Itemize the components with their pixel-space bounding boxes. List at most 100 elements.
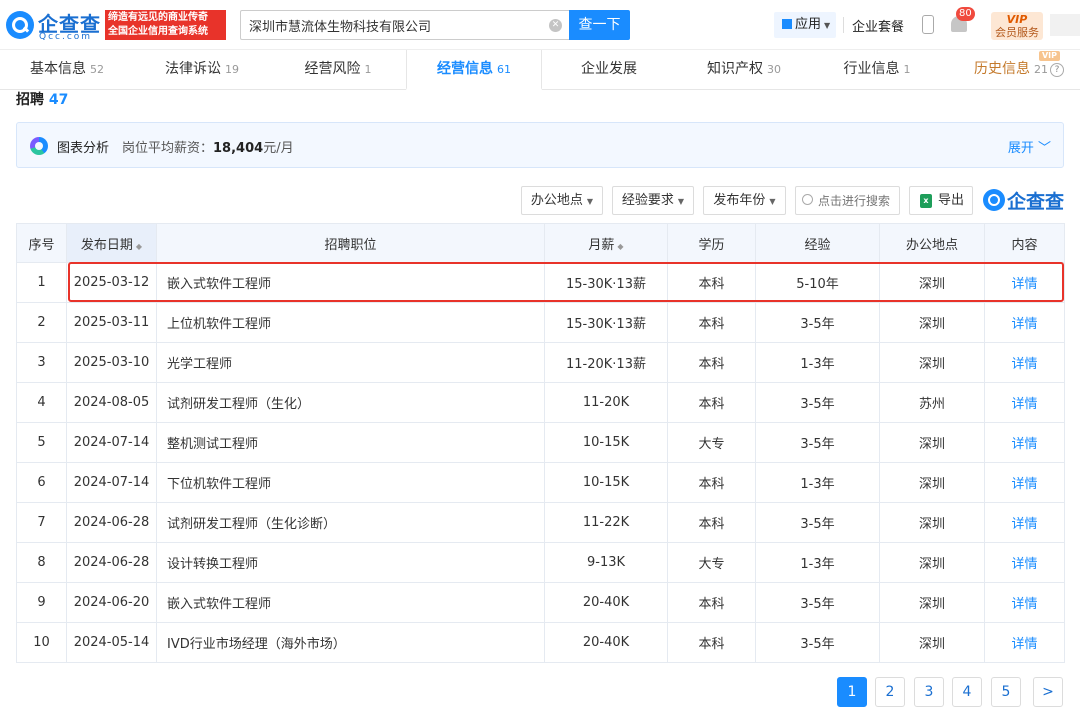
tab-label: 经营风险 [304, 61, 361, 77]
publish-date: 2024-06-20 [66, 582, 157, 623]
table-row[interactable]: 10 2024-05-14 IVD行业市场经理（海外市场） 20-40K 本科 3-5年深… [16, 622, 1065, 663]
section-count: 47 [48, 92, 69, 108]
row-index: 10 [16, 622, 67, 663]
page-1-button[interactable]: 1 [837, 677, 867, 707]
row-index: 9 [16, 582, 67, 623]
table-row[interactable]: 9 2024-06-20 嵌入式软件工程师 20-40K 本科 3-5年 深圳 详情 [16, 582, 1065, 623]
monthly-salary: 10-15K [544, 422, 668, 463]
office-location: 深圳 [879, 502, 985, 543]
col-header-salary[interactable]: 月薪 ◆ [544, 223, 668, 263]
chart-analysis-label[interactable]: 图表分析 [57, 137, 109, 156]
mobile-phone-icon[interactable] [922, 15, 934, 34]
table-row[interactable]: 2 2025-03-11 上位机软件工程师 15-30K·13薪 本科 3-5年 深圳 详情 [16, 302, 1065, 343]
publish-date: 2024-07-14 [66, 462, 157, 503]
chevron-down-icon: ▼ [824, 21, 831, 30]
tab-industry-info[interactable]: 行业信息 1 [812, 50, 942, 90]
table-row[interactable]: 6 2024-07-14 下位机软件工程师 10-15K 本科 1-3年 深圳 详情 [16, 462, 1065, 503]
vip-member-button[interactable]: VIP 会员服务 [991, 12, 1043, 40]
table-row[interactable]: 4 2024-08-05 试剂研发工程师（生化） 11-20K 本科 3-5年 苏州 详情 [16, 382, 1065, 423]
office-location: 深圳 [879, 262, 985, 303]
tab-history-info[interactable]: 历史信息 21 VIP ? [942, 50, 1080, 90]
export-label: 导出 [938, 193, 965, 208]
job-position: 光学工程师 [156, 342, 545, 383]
page-5-button[interactable]: 5 [991, 677, 1021, 707]
filter-experience[interactable]: 经验要求 ▼ [612, 186, 694, 215]
recruitment-table: 序号 发布日期 ◆ 招聘职位 月薪 ◆ 学历 经验 办公地点 内容 1 2025-03… [16, 223, 1065, 663]
row-index: 8 [16, 542, 67, 583]
tab-label: 企业发展 [581, 61, 637, 77]
monthly-salary: 10-15K [544, 462, 668, 503]
tab-basic-info[interactable]: 基本信息 52 [0, 50, 134, 90]
enterprise-suite-link[interactable]: 企业套餐 [852, 16, 904, 35]
page-4-button[interactable]: 4 [952, 677, 982, 707]
experience: 3-5年 [755, 422, 880, 463]
tab-litigation[interactable]: 法律诉讼 19 [134, 50, 270, 90]
publish-date: 2024-08-05 [66, 382, 157, 423]
table-row[interactable]: 1 2025-03-12 嵌入式软件工程师 15-30K·13薪 本科 5-10年 深圳 详情 [16, 262, 1065, 303]
publish-date: 2025-03-12 [66, 262, 157, 303]
header-more-area [1050, 14, 1080, 36]
monthly-salary: 11-22K [544, 502, 668, 543]
tab-label: 基本信息 [30, 61, 86, 77]
qcc-logo[interactable]: 企查查 Qcc.com [6, 8, 102, 42]
detail-link[interactable]: 详情 [984, 422, 1065, 463]
clear-icon[interactable]: ✕ [549, 19, 562, 32]
tab-count: 19 [225, 63, 239, 76]
experience: 3-5年 [755, 582, 880, 623]
expand-button[interactable]: 展开 ﹀ [1008, 137, 1051, 156]
table-row[interactable]: 8 2024-06-28 设计转换工程师 9-13K 大专 1-3年 深圳 详情 [16, 542, 1065, 583]
header-divider [843, 17, 844, 33]
education: 本科 [667, 342, 756, 383]
page-3-button[interactable]: 3 [914, 677, 944, 707]
tab-intellectual-property[interactable]: 知识产权 30 [676, 50, 812, 90]
detail-link[interactable]: 详情 [984, 262, 1065, 303]
detail-link[interactable]: 详情 [984, 582, 1065, 623]
app-menu-button[interactable]: 应用 ▼ [774, 12, 836, 38]
tab-count: 1 [903, 63, 911, 76]
office-location: 深圳 [879, 462, 985, 503]
filter-location[interactable]: 办公地点 ▼ [521, 186, 603, 215]
detail-link[interactable]: 详情 [984, 502, 1065, 543]
office-location: 深圳 [879, 342, 985, 383]
search-input[interactable] [241, 11, 570, 39]
tab-count: 30 [767, 63, 781, 76]
tab-company-development[interactable]: 企业发展 [542, 50, 676, 90]
tab-business-risk[interactable]: 经营风险 1 [270, 50, 406, 90]
education: 本科 [667, 382, 756, 423]
vip-label: VIP [1006, 13, 1028, 26]
help-icon[interactable]: ? [1050, 63, 1064, 77]
col-header-experience: 经验 [755, 223, 880, 263]
row-index: 6 [16, 462, 67, 503]
publish-date: 2025-03-10 [66, 342, 157, 383]
average-salary-label: 岗位平均薪资： [122, 141, 214, 156]
table-row[interactable]: 7 2024-06-28 试剂研发工程师（生化诊断） 11-22K 本科 3-5年 深圳 详情 [16, 502, 1065, 543]
slogan-line-1: 缔造有远见的商业传奇 [108, 12, 208, 23]
publish-date: 2024-06-28 [66, 542, 157, 583]
page-2-button[interactable]: 2 [875, 677, 905, 707]
office-location: 深圳 [879, 582, 985, 623]
filter-publish-year[interactable]: 发布年份 ▼ [703, 186, 786, 215]
table-row[interactable]: 5 2024-07-14 整机测试工程师 10-15K 大专 3-5年 深圳 详情 [16, 422, 1065, 463]
detail-link[interactable]: 详情 [984, 342, 1065, 383]
job-position: 嵌入式软件工程师 [156, 262, 545, 303]
tab-label: 经营信息 [437, 61, 493, 77]
next-page-button[interactable]: > [1033, 677, 1063, 707]
detail-link[interactable]: 详情 [984, 382, 1065, 423]
detail-link[interactable]: 详情 [984, 462, 1065, 503]
detail-link[interactable]: 详情 [984, 542, 1065, 583]
logo-subtitle: Qcc.com [39, 32, 93, 42]
company-tabs: 基本信息 52 法律诉讼 19 经营风险 1 经营信息 61 企业发展 知识产权 30 行… [0, 50, 1080, 90]
experience: 3-5年 [755, 382, 880, 423]
detail-link[interactable]: 详情 [984, 622, 1065, 663]
table-row[interactable]: 3 2025-03-10 光学工程师 11-20K·13薪 本科 1-3年 深圳 详情 [16, 342, 1065, 383]
search-button[interactable]: 查一下 [569, 10, 630, 40]
chevron-down-icon: ▼ [586, 197, 594, 206]
office-location: 深圳 [879, 422, 985, 463]
tab-operation-info[interactable]: 经营信息 61 [406, 50, 542, 90]
detail-link[interactable]: 详情 [984, 302, 1065, 343]
filter-search-input[interactable] [818, 187, 898, 214]
education: 本科 [667, 502, 756, 543]
col-header-date[interactable]: 发布日期 ◆ [66, 223, 157, 263]
export-button[interactable]: x 导出 [909, 186, 973, 215]
filter-experience-label: 经验要求 [621, 193, 674, 208]
